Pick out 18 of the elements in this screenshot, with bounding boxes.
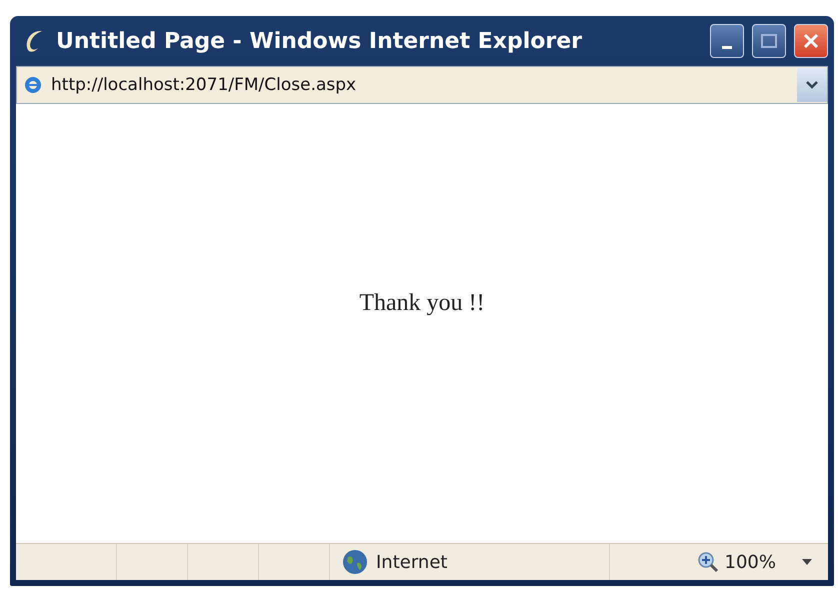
zoom-in-icon — [696, 551, 719, 573]
close-button[interactable] — [794, 24, 828, 58]
url-text: http://localhost:2071/FM/Close.aspx — [51, 75, 358, 95]
minimize-button[interactable] — [710, 24, 744, 58]
address-dropdown-button[interactable] — [797, 68, 827, 102]
ie-page-icon — [23, 75, 43, 95]
chevron-down-icon — [805, 80, 819, 90]
caret-icon — [802, 559, 812, 565]
maximize-icon — [761, 34, 777, 48]
address-bar[interactable]: http://localhost:2071/FM/Close.aspx — [16, 66, 828, 104]
maximize-button[interactable] — [752, 24, 786, 58]
close-icon — [803, 33, 819, 49]
minimize-icon — [722, 46, 732, 48]
window-title: Untitled Page - Windows Internet Explorer — [56, 28, 584, 54]
security-zone-text: Internet — [376, 552, 448, 572]
zoom-level-button[interactable]: 100% — [686, 551, 786, 573]
thank-you-message: Thank you !! — [359, 290, 485, 317]
globe-icon — [342, 549, 368, 575]
